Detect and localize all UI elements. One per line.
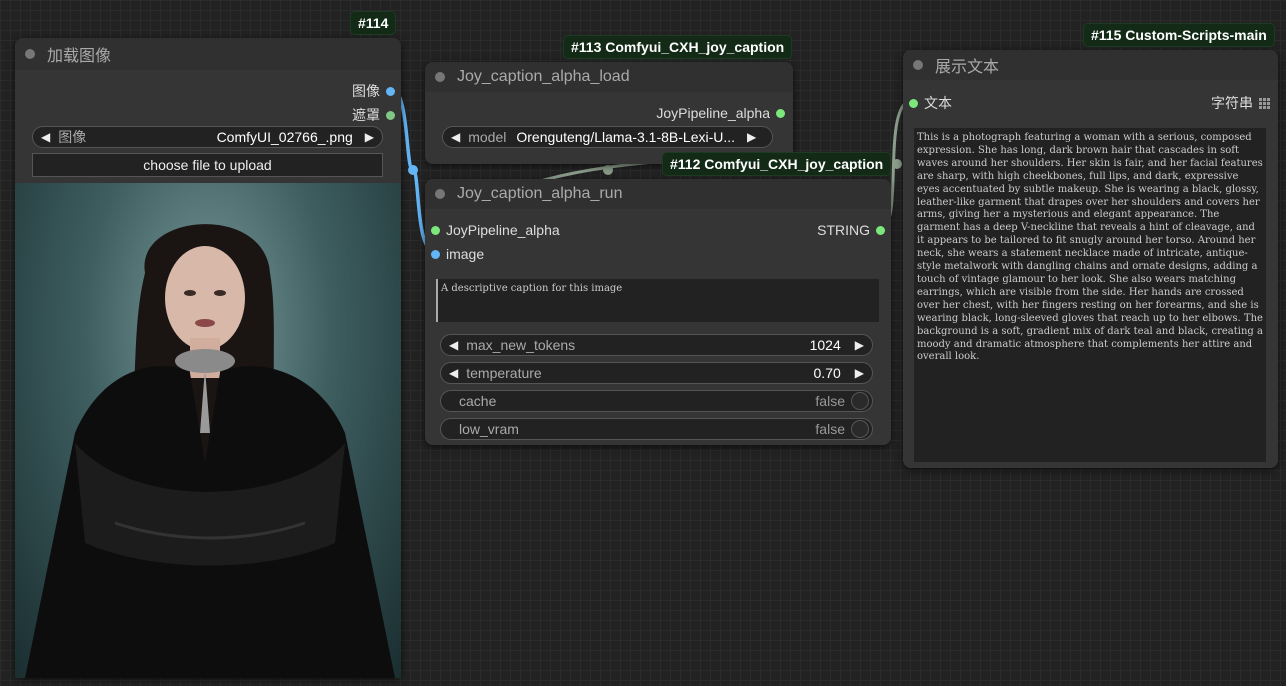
image-combo-widget[interactable]: ◀ 图像 ComfyUI_02766_.png ▶	[32, 126, 383, 148]
node-header[interactable]: 展示文本	[903, 50, 1278, 80]
widget-value: 0.70	[813, 365, 841, 381]
image-link-midpoint	[408, 165, 418, 175]
node-title: Joy_caption_alpha_load	[457, 68, 630, 85]
input-dot-icon[interactable]	[431, 249, 440, 259]
cache-toggle[interactable]: cache false	[440, 390, 873, 412]
collapse-dot-icon[interactable]	[435, 72, 445, 82]
input-dot-icon[interactable]	[909, 98, 918, 108]
joy-caption-load-node[interactable]: Joy_caption_alpha_load JoyPipeline_alpha…	[425, 62, 793, 164]
temperature-widget[interactable]: ◀ temperature 0.70 ▶	[440, 362, 873, 384]
upload-button[interactable]: choose file to upload	[32, 153, 383, 177]
output-slot-pipeline[interactable]: JoyPipeline_alpha	[656, 105, 785, 121]
input-slot-pipeline[interactable]: JoyPipeline_alpha	[431, 222, 560, 238]
input-label: image	[446, 246, 485, 262]
output-label: 图像	[352, 83, 380, 99]
max-new-tokens-widget[interactable]: ◀ max_new_tokens 1024 ▶	[440, 334, 873, 356]
node-header[interactable]: Joy_caption_alpha_run	[425, 179, 891, 209]
arrow-right-icon[interactable]: ▶	[739, 130, 764, 144]
output-dot-icon[interactable]	[386, 110, 395, 120]
toggle-icon[interactable]	[851, 392, 869, 410]
collapse-dot-icon[interactable]	[25, 49, 35, 59]
node-header[interactable]: Joy_caption_alpha_load	[425, 62, 793, 92]
output-label: 遮罩	[352, 107, 380, 123]
input-label: JoyPipeline_alpha	[446, 222, 560, 238]
low-vram-toggle[interactable]: low_vram false	[440, 418, 873, 440]
output-dot-icon[interactable]	[876, 225, 885, 235]
widget-label: max_new_tokens	[466, 337, 576, 353]
widget-value: false	[815, 421, 845, 437]
widget-value: 1024	[809, 337, 841, 353]
load-image-node[interactable]: 加载图像 图像 遮罩 ◀ 图像 ComfyUI_02766_.png ▶ cho…	[15, 38, 401, 678]
arrow-right-icon[interactable]: ▶	[847, 338, 872, 352]
widget-value: ComfyUI_02766_.png	[216, 129, 353, 145]
arrow-left-icon[interactable]: ◀	[33, 130, 58, 144]
collapse-dot-icon[interactable]	[913, 60, 923, 70]
output-label: STRING	[817, 222, 870, 238]
output-dot-icon[interactable]	[776, 108, 785, 118]
node-badge-112: #112 Comfyui_CXH_joy_caption	[662, 152, 892, 176]
output-dot-icon[interactable]	[386, 86, 395, 96]
arrow-left-icon[interactable]: ◀	[441, 366, 466, 380]
input-slot-image[interactable]: image	[431, 246, 484, 262]
node-header[interactable]: 加载图像	[15, 38, 401, 70]
widget-value: Orenguteng/Llama-3.1-8B-Lexi-U...	[516, 129, 736, 145]
widget-label: model	[468, 129, 507, 145]
widget-value: false	[815, 393, 845, 409]
widget-label: cache	[459, 393, 497, 409]
collapse-dot-icon[interactable]	[435, 189, 445, 199]
input-slot-text[interactable]: 文本	[909, 93, 952, 113]
string-link-midpoint	[892, 159, 902, 169]
portrait-image	[25, 224, 395, 678]
text-display[interactable]: This is a photograph featuring a woman w…	[914, 128, 1266, 462]
output-slot-string[interactable]: 字符串	[1211, 93, 1270, 113]
node-badge-114: #114	[350, 11, 397, 35]
output-slot-image[interactable]: 图像	[352, 81, 395, 101]
widget-label: low_vram	[459, 421, 519, 437]
node-title: 展示文本	[935, 59, 1000, 76]
input-dot-icon[interactable]	[431, 225, 440, 235]
toggle-icon[interactable]	[851, 420, 869, 438]
model-combo-widget[interactable]: ◀ model Orenguteng/Llama-3.1-8B-Lexi-U..…	[442, 126, 773, 148]
list-grid-icon[interactable]	[1259, 97, 1270, 109]
widget-label: 图像	[58, 129, 87, 145]
joy-caption-run-node[interactable]: Joy_caption_alpha_run JoyPipeline_alpha …	[425, 179, 891, 445]
arrow-right-icon[interactable]: ▶	[357, 130, 382, 144]
node-badge-113: #113 Comfyui_CXH_joy_caption	[563, 35, 793, 59]
node-badge-115: #115 Custom-Scripts-main	[1083, 23, 1275, 47]
show-text-node[interactable]: 展示文本 文本 字符串 This is a photograph featuri…	[903, 50, 1278, 468]
output-label: 字符串	[1211, 95, 1253, 111]
arrow-left-icon[interactable]: ◀	[441, 338, 466, 352]
image-preview	[15, 183, 401, 678]
prompt-textarea[interactable]: A descriptive caption for this image	[436, 279, 879, 322]
input-label: 文本	[924, 95, 952, 111]
arrow-left-icon[interactable]: ◀	[443, 130, 468, 144]
pipeline-link-midpoint	[603, 165, 613, 175]
output-slot-mask[interactable]: 遮罩	[352, 105, 395, 125]
widget-label: temperature	[466, 365, 542, 381]
node-title: Joy_caption_alpha_run	[457, 185, 623, 202]
node-title: 加载图像	[47, 48, 112, 65]
output-label: JoyPipeline_alpha	[656, 105, 770, 121]
output-slot-string[interactable]: STRING	[817, 222, 885, 238]
arrow-right-icon[interactable]: ▶	[847, 366, 872, 380]
